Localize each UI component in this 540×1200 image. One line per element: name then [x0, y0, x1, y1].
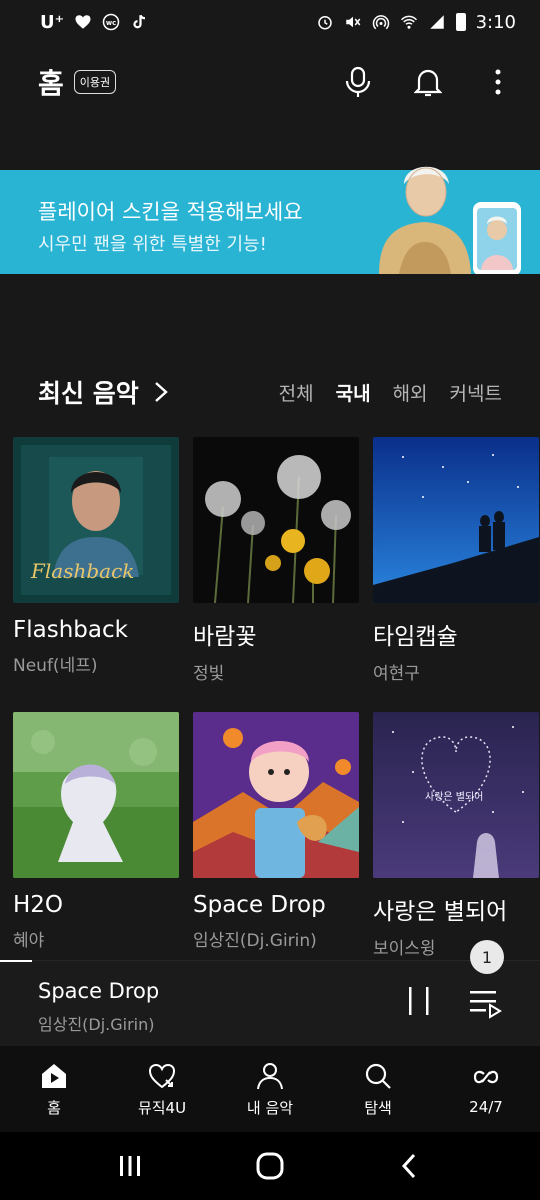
album-cover-text: 사랑은 별되어	[425, 792, 484, 803]
alarm-icon	[317, 16, 332, 30]
pause-button[interactable]	[405, 985, 433, 1017]
album-cover-art	[193, 437, 359, 603]
album-artist: Neuf(네프)	[13, 656, 98, 676]
album-artist: 정빛	[193, 664, 225, 684]
album-cover	[193, 437, 359, 603]
filter-tab-connect[interactable]: 커넥트	[450, 379, 502, 406]
filter-tab-domestic[interactable]: 국내	[336, 379, 371, 406]
wifi-icon	[400, 15, 417, 29]
wc-icon: wc	[102, 13, 120, 31]
latest-music-header: 최신 음악 전체 국내 해외 커넥트	[0, 370, 540, 414]
more-vert-icon	[495, 69, 501, 95]
album-artist: 여현구	[373, 664, 420, 684]
album-card[interactable]: Flashback Flashback Neuf(네프)	[13, 437, 179, 676]
chevron-right-icon[interactable]	[153, 380, 169, 404]
heart-icon	[75, 15, 91, 29]
nav-label: 24/7	[469, 1098, 503, 1116]
home-icon	[42, 1063, 66, 1088]
album-card[interactable]: 사랑은 별되어 사랑은 별되어 보이스윙	[373, 712, 539, 959]
album-cover: Flashback	[13, 437, 179, 603]
bell-icon	[414, 69, 442, 97]
album-title: 바람꽃	[193, 624, 257, 650]
filter-tab-overseas[interactable]: 해외	[393, 379, 428, 406]
album-artist: 혜야	[13, 931, 45, 951]
status-bar: U⁺ wc 3:10	[0, 0, 540, 44]
album-cover-art	[193, 712, 359, 878]
album-artist: 임상진(Dj.Girin)	[193, 931, 317, 951]
album-cover-art	[373, 437, 539, 603]
album-cover: 사랑은 별되어	[373, 712, 539, 878]
svg-text:wc: wc	[106, 19, 116, 27]
nav-label: 내 음악	[246, 1098, 294, 1117]
album-card[interactable]: Space Drop 임상진(Dj.Girin)	[193, 712, 359, 951]
clock: 3:10	[475, 11, 516, 33]
filter-tab-all[interactable]: 전체	[279, 379, 314, 406]
nav-item-home[interactable]: 홈	[0, 1046, 108, 1132]
more-options-button[interactable]	[482, 66, 514, 98]
signal-icon	[429, 15, 444, 29]
album-cover-text: Flashback	[31, 559, 135, 583]
now-playing-title: Space Drop	[38, 979, 160, 1003]
banner-artist-image	[379, 166, 521, 274]
home-button-icon[interactable]	[255, 1151, 285, 1181]
album-cover-art	[13, 712, 179, 878]
album-title: Flashback	[13, 617, 128, 643]
nav-item-24-7[interactable]: 24/7	[432, 1046, 540, 1132]
album-cover	[193, 712, 359, 878]
nav-item-my-music[interactable]: 내 음악	[216, 1046, 324, 1132]
carrier-label: U⁺	[40, 11, 65, 33]
nav-item-music4u[interactable]: 뮤직4U	[108, 1046, 216, 1132]
playlist-queue-button[interactable]	[468, 987, 502, 1019]
banner-title: 플레이어 스킨을 적용해보세요	[38, 200, 303, 224]
playback-progress-bar[interactable]	[0, 960, 33, 962]
album-cover	[373, 437, 539, 603]
pass-badge[interactable]: 이용권	[73, 70, 117, 94]
nav-label: 홈	[47, 1098, 61, 1117]
search-icon	[365, 1063, 391, 1089]
tiktok-icon	[133, 14, 146, 29]
filter-tabs: 전체 국내 해외 커넥트	[279, 379, 502, 406]
now-playing-artist: 임상진(Dj.Girin)	[38, 1015, 155, 1034]
bottom-nav: 홈 뮤직4U 내 음악 탐색 24/7	[0, 1046, 540, 1132]
mini-player[interactable]: Space Drop 임상진(Dj.Girin)	[0, 960, 540, 1046]
app-screen: U⁺ wc 3:10 홈 이용권 플레이어 스킨을 적용해보세요 시우민 팬을 …	[0, 0, 540, 1200]
album-title: 사랑은 별되어	[373, 899, 508, 925]
battery-icon	[455, 13, 466, 31]
album-card[interactable]: 바람꽃 정빛	[193, 437, 359, 684]
album-title: 타임캡슐	[373, 624, 458, 650]
album-title: H2O	[13, 892, 64, 918]
heart-music-icon	[148, 1063, 176, 1088]
album-cover	[13, 712, 179, 878]
album-title: Space Drop	[193, 892, 326, 918]
hotspot-icon	[372, 15, 389, 30]
album-artist: 보이스윙	[373, 939, 436, 959]
page-title: 홈	[38, 67, 64, 100]
app-header: 홈 이용권	[0, 54, 540, 110]
promo-banner[interactable]: 플레이어 스킨을 적용해보세요 시우민 팬을 위한 특별한 기능!	[0, 166, 540, 274]
link-loop-icon	[473, 1070, 499, 1084]
back-icon[interactable]	[395, 1151, 425, 1181]
section-title[interactable]: 최신 음악	[38, 374, 139, 410]
system-nav-bar	[0, 1132, 540, 1200]
recent-apps-icon[interactable]	[115, 1151, 145, 1181]
notifications-button[interactable]	[412, 66, 444, 98]
album-card[interactable]: 타임캡슐 여현구	[373, 437, 539, 684]
mute-icon	[345, 16, 360, 28]
mic-icon	[345, 66, 371, 97]
queue-count-badge: 1	[470, 940, 504, 974]
nav-label: 탐색	[364, 1098, 392, 1117]
banner-subtitle: 시우민 팬을 위한 특별한 기능!	[38, 234, 267, 255]
voice-search-button[interactable]	[342, 66, 374, 98]
nav-item-explore[interactable]: 탐색	[324, 1046, 432, 1132]
nav-label: 뮤직4U	[137, 1098, 187, 1117]
album-card[interactable]: H2O 혜야	[13, 712, 179, 951]
person-icon	[257, 1062, 283, 1089]
